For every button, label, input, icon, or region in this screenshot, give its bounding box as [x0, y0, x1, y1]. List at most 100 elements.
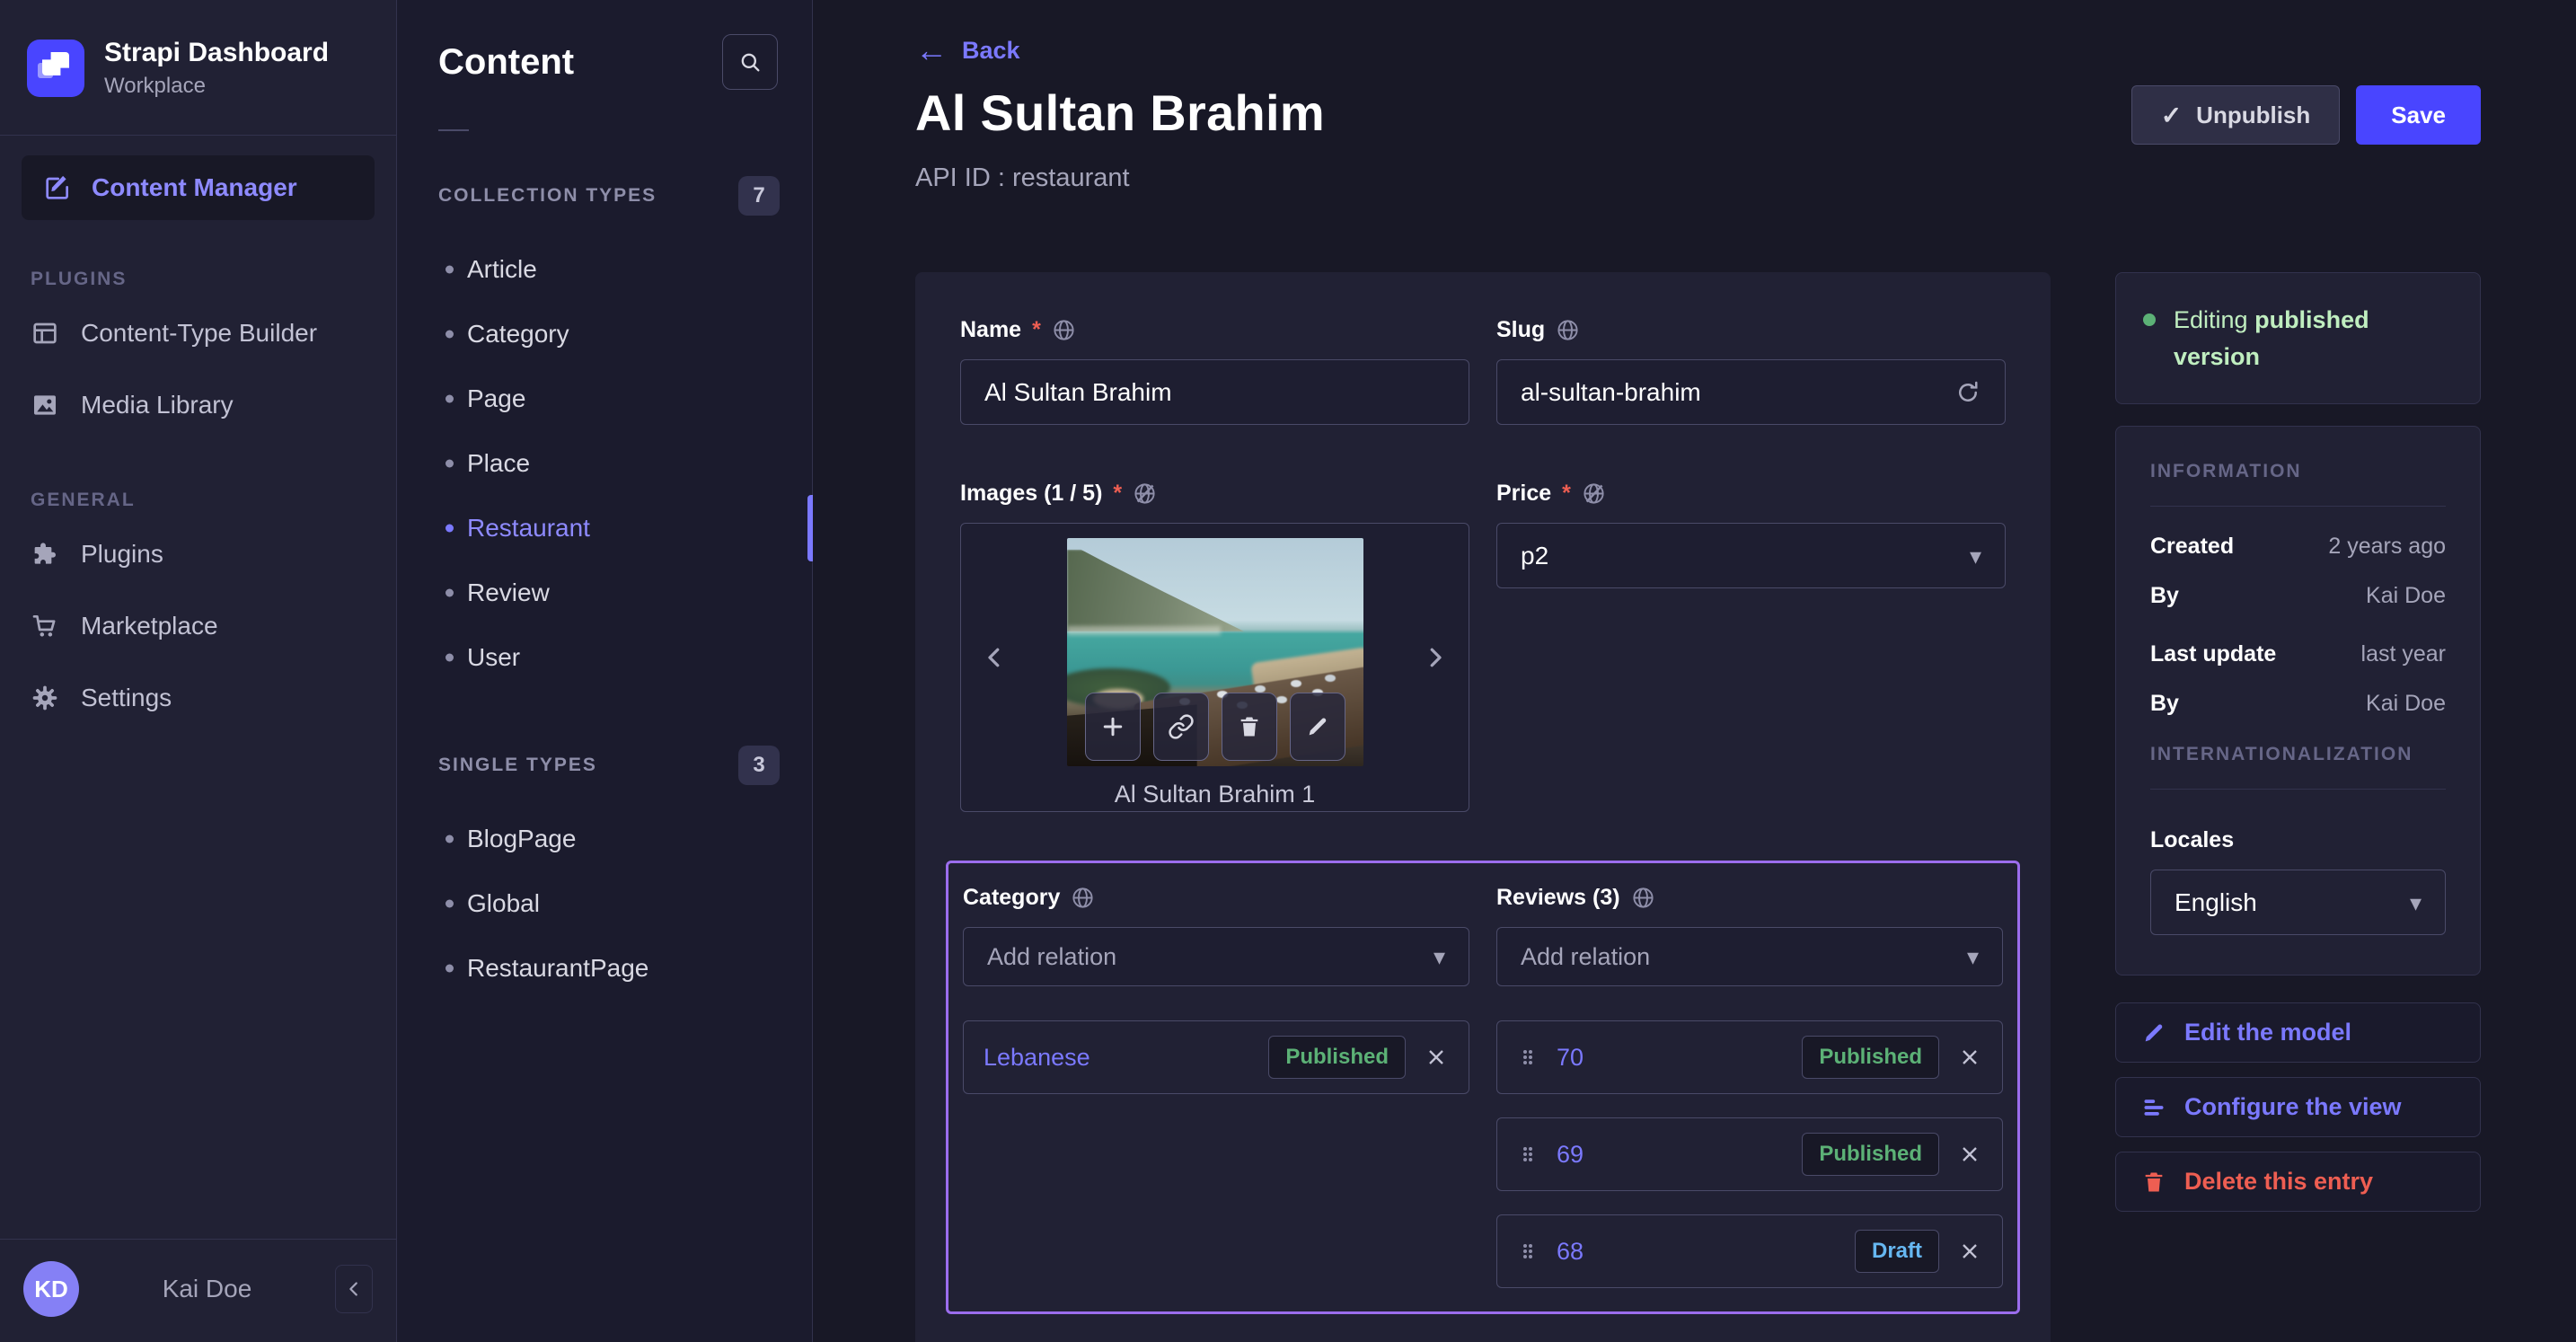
count-badge: 7 — [738, 176, 780, 216]
meta-value: 2 years ago — [2328, 534, 2446, 559]
globe-slash-icon — [1582, 481, 1606, 506]
user-row: KD Kai Doe — [0, 1240, 396, 1342]
bullet-icon — [446, 653, 454, 662]
remove-relation-button[interactable] — [1957, 1239, 1982, 1264]
category-add-relation-select[interactable]: Add relation ▾ — [963, 927, 1469, 986]
pen-square-icon — [43, 173, 72, 202]
regenerate-slug-button[interactable] — [1954, 379, 1981, 406]
brand-subtitle: Workplace — [104, 74, 206, 98]
add-relation-placeholder: Add relation — [1521, 942, 1651, 970]
meta-value: Kai Doe — [2366, 691, 2446, 716]
edit-model-button[interactable]: Edit the model — [2115, 1002, 2481, 1063]
sidebar-item-restaurant[interactable]: Restaurant — [397, 495, 813, 561]
back-link[interactable]: ← Back — [915, 33, 1020, 66]
remove-relation-button[interactable] — [1424, 1045, 1449, 1070]
layout-icon — [31, 319, 59, 348]
bullet-icon — [446, 459, 454, 468]
collapse-sidebar-button[interactable] — [335, 1265, 373, 1313]
add-image-button[interactable] — [1084, 693, 1141, 761]
drag-handle-icon[interactable] — [1517, 1238, 1539, 1265]
meta-value: last year — [2360, 641, 2446, 667]
status-badge: Draft — [1854, 1230, 1939, 1273]
reviews-add-relation-select[interactable]: Add relation ▾ — [1496, 927, 2003, 986]
publish-status-box: Editing published version — [2115, 272, 2481, 404]
image-actions — [1084, 693, 1345, 761]
details-panel: INFORMATION Created 2 years ago By Kai D… — [2115, 426, 2481, 976]
subnav-title: Content — [438, 41, 575, 82]
information-section-title: INFORMATION — [2150, 461, 2302, 481]
meta-label: Last update — [2150, 641, 2277, 667]
i18n-section-title: INTERNATIONALIZATION — [2150, 744, 2413, 764]
type-label: Article — [467, 255, 537, 283]
edit-image-button[interactable] — [1289, 693, 1345, 761]
meta-row-updated-by: By Kai Doe — [2150, 691, 2446, 717]
drag-handle-icon[interactable] — [1517, 1141, 1539, 1168]
carousel-prev-button[interactable] — [981, 644, 1008, 674]
sidebar-item-place[interactable]: Place — [397, 431, 812, 496]
sidebar-item-user[interactable]: User — [397, 625, 812, 690]
sidebar-item-settings[interactable]: Settings — [0, 662, 396, 734]
locale-select[interactable]: English ▾ — [2150, 870, 2446, 935]
remove-relation-button[interactable] — [1957, 1045, 1982, 1070]
subnav-header: Content — [397, 0, 812, 90]
name-slug-row: Name * Slug — [960, 317, 2006, 425]
sidebar-item-marketplace[interactable]: Marketplace — [0, 590, 396, 662]
category-relation-list: Lebanese Published — [963, 1020, 1469, 1094]
delete-entry-button[interactable]: Delete this entry — [2115, 1152, 2481, 1212]
app-window: Strapi Dashboard Workplace Content Manag… — [0, 0, 2576, 1342]
unpublish-button[interactable]: ✓ Unpublish — [2130, 85, 2341, 145]
configure-view-button[interactable]: Configure the view — [2115, 1077, 2481, 1137]
back-label: Back — [962, 36, 1020, 64]
nav-section-general: GENERAL — [31, 490, 136, 510]
name-field[interactable] — [984, 377, 1445, 407]
meta-label: By — [2150, 691, 2179, 716]
meta-row-created-by: By Kai Doe — [2150, 583, 2446, 609]
delete-image-button[interactable] — [1221, 693, 1277, 761]
relation-link[interactable]: 69 — [1557, 1141, 1784, 1169]
sidebar-item-media-library[interactable]: Media Library — [0, 369, 396, 441]
sidebar-item-label: Media Library — [81, 391, 234, 419]
carousel-next-button[interactable] — [1422, 644, 1449, 674]
sidebar-item-global[interactable]: Global — [397, 871, 812, 936]
collection-types-header: COLLECTION TYPES 7 — [438, 176, 780, 216]
delete-entry-label: Delete this entry — [2184, 1168, 2374, 1195]
relation-link[interactable]: 68 — [1557, 1238, 1837, 1266]
pencil-icon — [2141, 1020, 2166, 1046]
right-panel: Editing published version INFORMATION Cr… — [2115, 272, 2481, 1212]
remove-relation-button[interactable] — [1957, 1142, 1982, 1167]
relation-link[interactable]: 70 — [1557, 1044, 1784, 1072]
drag-handle-icon[interactable] — [1517, 1044, 1539, 1071]
restaurant-photo — [1066, 538, 1363, 766]
photo-shoreline — [1066, 625, 1222, 635]
globe-icon — [1071, 886, 1095, 910]
sidebar-item-blogpage[interactable]: BlogPage — [397, 807, 812, 871]
group-label: SINGLE TYPES — [438, 755, 597, 775]
status-badge: Published — [1802, 1133, 1939, 1176]
copy-link-button[interactable] — [1152, 693, 1209, 761]
price-select[interactable]: p2 ▾ — [1496, 523, 2006, 588]
slug-field[interactable] — [1521, 377, 1940, 407]
locales-label: Locales — [2150, 827, 2235, 852]
type-label: User — [467, 643, 521, 671]
sidebar-item-content-type-builder[interactable]: Content-Type Builder — [0, 297, 396, 369]
sidebar-item-plugins[interactable]: Plugins — [0, 518, 396, 590]
trash-icon — [1237, 714, 1262, 739]
trash-icon — [2141, 1170, 2166, 1195]
sidebar-item-content-manager[interactable]: Content Manager — [22, 155, 375, 220]
sidebar-item-page[interactable]: Page — [397, 366, 812, 431]
sidebar-item-article[interactable]: Article — [397, 237, 812, 302]
sidebar-item-category[interactable]: Category — [397, 302, 812, 366]
relation-link[interactable]: Lebanese — [984, 1044, 1250, 1072]
sidebar-item-restaurantpage[interactable]: RestaurantPage — [397, 936, 812, 1001]
close-icon — [1957, 1045, 1982, 1070]
divider — [438, 129, 469, 131]
price-label-row: Price * — [1496, 481, 2006, 507]
close-icon — [1957, 1142, 1982, 1167]
slug-field-group: Slug — [1496, 317, 2006, 425]
search-icon — [737, 49, 763, 75]
divider — [2150, 506, 2446, 507]
type-label: Global — [467, 889, 540, 917]
sidebar-item-review[interactable]: Review — [397, 561, 812, 625]
search-button[interactable] — [722, 34, 778, 90]
save-button[interactable]: Save — [2356, 85, 2481, 145]
